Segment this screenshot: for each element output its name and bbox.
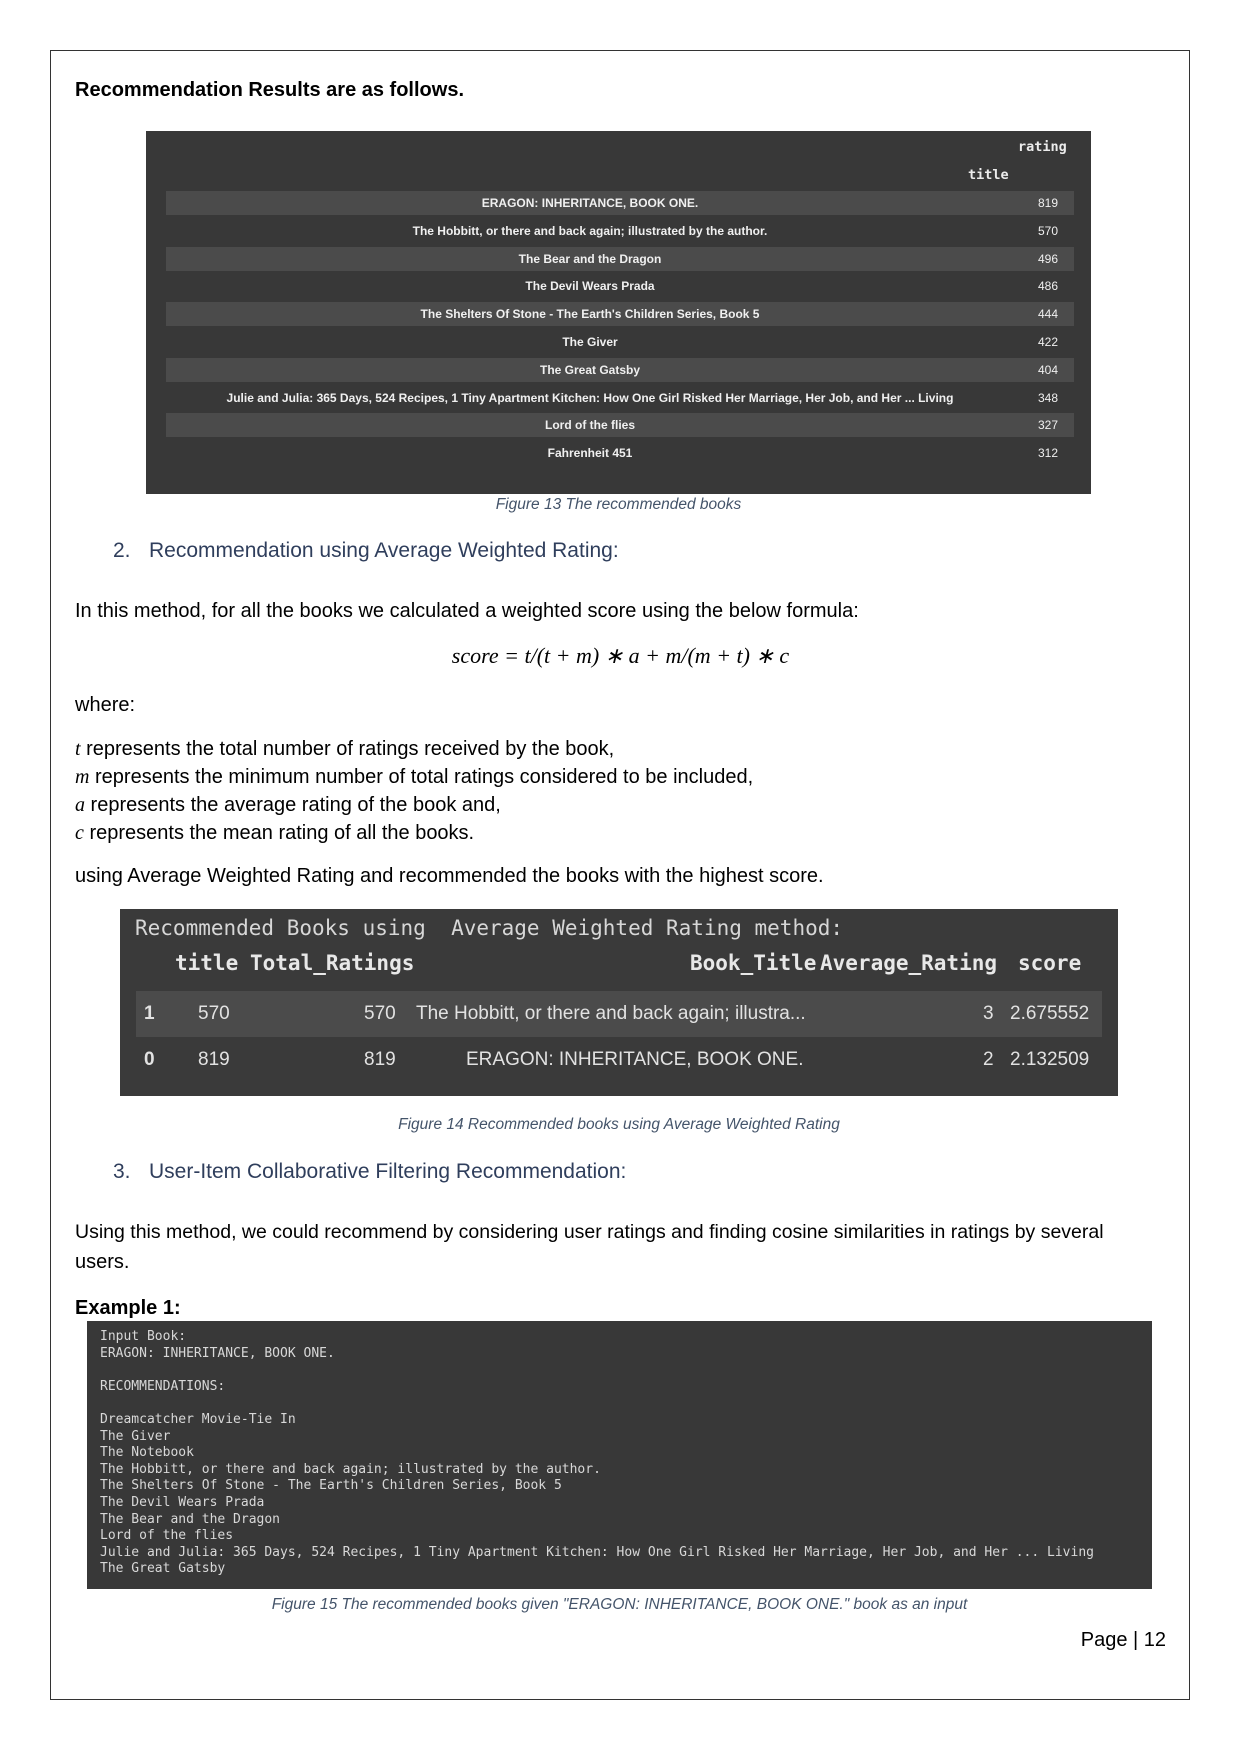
- row-title: ERAGON: INHERITANCE, BOOK ONE.: [481, 196, 699, 210]
- row-avg: 3: [983, 1003, 994, 1024]
- row-rating: 444: [1037, 307, 1058, 322]
- row-total: 819: [364, 1049, 396, 1070]
- row-title: The Giver: [562, 335, 618, 349]
- row-title: The Great Gatsby: [539, 362, 641, 377]
- section-2-paragraph: In this method, for all the books we cal…: [75, 600, 859, 622]
- col-book-title: Book_Title: [690, 951, 817, 975]
- row-title: 570: [198, 1003, 230, 1024]
- definitions-list: t represents the total number of ratings…: [75, 735, 753, 847]
- row-index: 0: [144, 1049, 155, 1070]
- row-avg: 2: [983, 1049, 994, 1070]
- output-line: ERAGON: INHERITANCE, BOOK ONE.: [100, 1345, 335, 1361]
- figure-14-caption: Figure 14 Recommended books using Averag…: [398, 1116, 840, 1133]
- section-3-heading: 3. User-Item Collaborative Filtering Reco…: [113, 1160, 626, 1184]
- output-line: The Great Gatsby: [100, 1561, 226, 1577]
- table-row: The Devil Wears Prada 486: [166, 274, 1074, 298]
- table-row: ERAGON: INHERITANCE, BOOK ONE. 819: [166, 191, 1074, 215]
- col-score: score: [1018, 951, 1082, 975]
- row-rating: 486: [1037, 279, 1058, 294]
- intro-heading: Recommendation Results are as follows.: [75, 79, 464, 101]
- example-label: Example 1:: [75, 1297, 181, 1319]
- table-row: 0 819 819 ERAGON: INHERITANCE, BOOK ONE.…: [136, 1037, 1102, 1083]
- output-line: The Giver: [100, 1428, 171, 1444]
- col-total-ratings: Total_Ratings: [250, 951, 415, 975]
- section-3-title: User-Item Collaborative Filtering Recomm…: [149, 1160, 627, 1183]
- output-line: Input Book:: [100, 1329, 187, 1344]
- row-title: Fahrenheit 451: [547, 446, 633, 461]
- row-title: The Devil Wears Prada: [525, 279, 655, 294]
- row-rating: 422: [1037, 335, 1058, 349]
- output-line: The Notebook: [100, 1445, 194, 1461]
- row-total: 570: [364, 1003, 396, 1024]
- table-row: The Shelters Of Stone - The Earth's Chil…: [166, 302, 1074, 327]
- output-line: The Devil Wears Prada: [100, 1495, 265, 1510]
- output-line: The Hobbitt, or there and back again; il…: [100, 1461, 601, 1477]
- figure-15-caption: Figure 15 The recommended books given "E…: [271, 1596, 968, 1613]
- table-row: The Giver 422: [166, 330, 1074, 354]
- table-row: Fahrenheit 451 312: [166, 441, 1074, 465]
- output-line: The Bear and the Dragon: [100, 1511, 281, 1527]
- page-number: Page | 12: [1080, 1629, 1166, 1651]
- output-line: Dreamcatcher Movie-Tie In: [100, 1412, 296, 1427]
- row-rating: 570: [1037, 223, 1058, 238]
- table-row: The Bear and the Dragon 496: [166, 246, 1074, 271]
- definition-m: m represents the minimum number of total…: [75, 766, 754, 788]
- col-title: title: [175, 951, 239, 975]
- section-2-paragraph-2: using Average Weighted Rating and recomm…: [75, 865, 824, 887]
- row-book: The Hobbitt, or there and back again; il…: [416, 1003, 806, 1024]
- section-3-number: 3.: [113, 1160, 131, 1183]
- header-rating: rating: [1018, 139, 1067, 155]
- row-rating: 819: [1037, 196, 1058, 210]
- row-title: The Hobbitt, or there and back again; il…: [412, 223, 768, 238]
- row-index: 1: [144, 1003, 155, 1024]
- table-row: The Great Gatsby 404: [166, 357, 1074, 382]
- figure-14-output: Recommended Books using Average Weighted…: [120, 909, 1118, 1096]
- row-book: ERAGON: INHERITANCE, BOOK ONE.: [466, 1049, 804, 1070]
- row-rating: 496: [1037, 251, 1058, 266]
- output-line: Julie and Julia: 365 Days, 524 Recipes, …: [100, 1544, 1094, 1560]
- formula: score = t/(t + m) ∗ a + m/(m + t) ∗ c: [451, 643, 790, 668]
- figure-13-caption: Figure 13 The recommended books: [495, 496, 742, 513]
- definition-t: t represents the total number of ratings…: [75, 738, 615, 760]
- figure-15-output: Input Book: ERAGON: INHERITANCE, BOOK ONE…: [87, 1321, 1152, 1589]
- definition-c: c represents the mean rating of all the …: [75, 822, 475, 844]
- output-line: The Shelters Of Stone - The Earth's Chil…: [100, 1478, 562, 1494]
- row-title: 819: [198, 1049, 230, 1070]
- figure-13-table: rating title ERAGON: INHERITANCE, BOOK O…: [146, 131, 1091, 494]
- row-rating: 312: [1037, 446, 1058, 461]
- section-3-paragraph-line-2: users.: [75, 1251, 130, 1273]
- output-line: Lord of the flies: [100, 1528, 234, 1544]
- col-average-rating: Average_Rating: [820, 951, 998, 975]
- output-line: RECOMMENDATIONS:: [100, 1378, 226, 1394]
- row-title: The Shelters Of Stone - The Earth's Chil…: [420, 307, 760, 322]
- section-2-number: 2.: [113, 539, 131, 562]
- section-3-paragraph-line-1: Using this method, we could recommend by…: [75, 1221, 1104, 1243]
- header-title: title: [968, 167, 1009, 183]
- row-rating: 327: [1037, 418, 1058, 433]
- where-label: where:: [75, 694, 136, 716]
- table-row: Lord of the flies 327: [166, 413, 1074, 438]
- table-row: 1 570 570 The Hobbitt, or there and back…: [136, 991, 1102, 1037]
- row-rating: 348: [1037, 390, 1058, 405]
- definition-a: a represents the average rating of the b…: [75, 794, 501, 816]
- table-row: The Hobbitt, or there and back again; il…: [166, 219, 1074, 243]
- row-rating: 404: [1037, 362, 1058, 377]
- section-2-title: Recommendation using Average Weighted Ra…: [149, 539, 619, 562]
- row-score: 2.132509: [1010, 1049, 1090, 1070]
- row-title: The Bear and the Dragon: [518, 251, 662, 266]
- table-row: Julie and Julia: 365 Days, 524 Recipes, …: [166, 386, 1074, 410]
- section-2-heading: 2. Recommendation using Average Weighted …: [113, 539, 619, 563]
- figure-14-title-line: Recommended Books using Average Weighted…: [135, 916, 844, 940]
- row-title: Lord of the flies: [545, 418, 635, 433]
- row-score: 2.675552: [1010, 1003, 1090, 1024]
- row-title: Julie and Julia: 365 Days, 524 Recipes, …: [226, 390, 954, 405]
